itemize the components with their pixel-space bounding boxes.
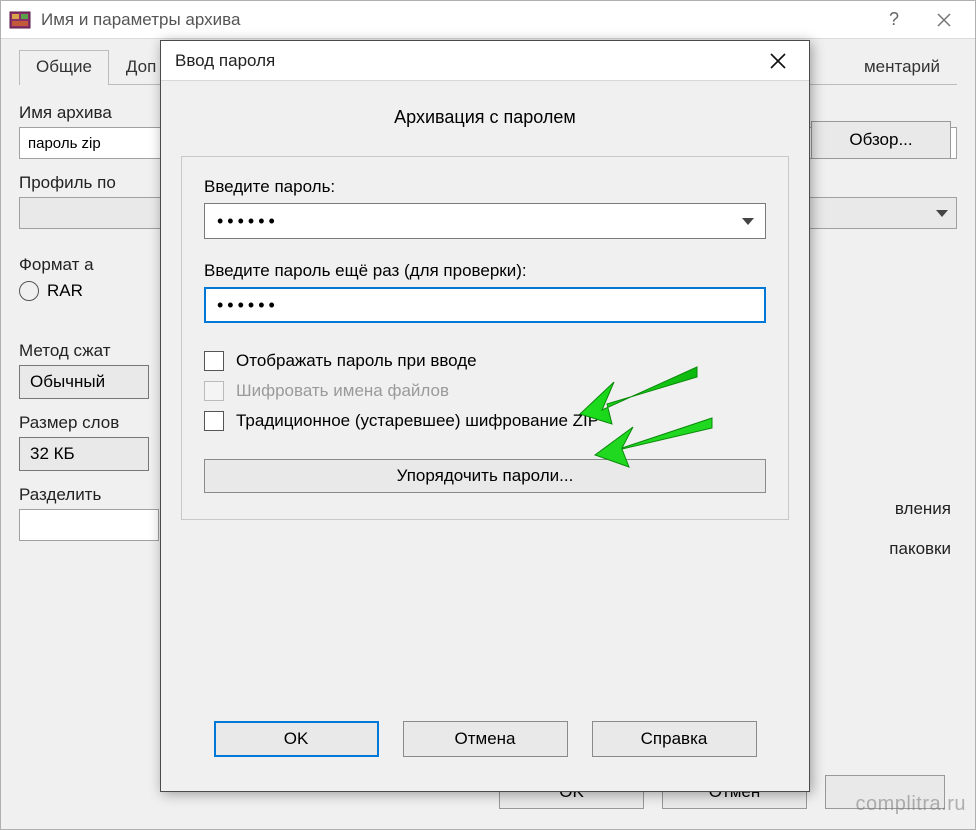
legacy-zip-row[interactable]: Традиционное (устаревшее) шифрование ZIP	[204, 411, 766, 431]
parent-window-title: Имя и параметры архива	[41, 10, 869, 30]
password-confirm-label: Введите пароль ещё раз (для проверки):	[204, 261, 766, 281]
watermark: complitra.ru	[856, 793, 966, 816]
bg-text-1: вления	[895, 499, 951, 519]
dict-value: 32 КБ	[30, 444, 75, 464]
organize-passwords-button[interactable]: Упорядочить пароли...	[204, 459, 766, 493]
dialog-ok-button[interactable]: OK	[214, 721, 379, 757]
app-icon	[7, 7, 33, 33]
close-icon	[769, 52, 787, 70]
format-rar-label: RAR	[47, 281, 83, 301]
password-group: Введите пароль: Введите пароль ещё раз (…	[181, 156, 789, 520]
encrypt-names-row: Шифровать имена файлов	[204, 381, 766, 401]
dialog-close-button[interactable]	[755, 41, 801, 81]
legacy-zip-checkbox[interactable]	[204, 411, 224, 431]
password-history-dropdown[interactable]	[730, 203, 766, 239]
browse-button[interactable]: Обзор...	[811, 121, 951, 159]
password-dialog: Ввод пароля Архивация с паролем Введите …	[160, 40, 810, 792]
help-button[interactable]: ?	[869, 1, 919, 39]
dialog-help-button[interactable]: Справка	[592, 721, 757, 757]
archive-name-value: пароль zip	[28, 135, 101, 152]
show-password-label: Отображать пароль при вводе	[236, 351, 477, 371]
method-value: Обычный	[30, 372, 105, 392]
legacy-zip-label: Традиционное (устаревшее) шифрование ZIP	[236, 411, 599, 431]
show-password-row[interactable]: Отображать пароль при вводе	[204, 351, 766, 371]
format-rar-radio[interactable]	[19, 281, 39, 301]
password-confirm-input[interactable]	[204, 287, 766, 323]
dialog-footer: OK Отмена Справка	[181, 701, 789, 777]
format-group-label: Формат а	[19, 255, 159, 275]
password-label: Введите пароль:	[204, 177, 766, 197]
encrypt-names-label: Шифровать имена файлов	[236, 381, 449, 401]
chevron-down-icon	[936, 210, 948, 217]
method-dropdown[interactable]: Обычный	[19, 365, 149, 399]
bg-text-2: паковки	[889, 539, 951, 559]
tab-comment[interactable]: ментарий	[847, 50, 957, 85]
parent-titlebar: Имя и параметры архива ?	[1, 1, 975, 39]
chevron-down-icon	[742, 218, 754, 225]
encrypt-names-checkbox	[204, 381, 224, 401]
show-password-checkbox[interactable]	[204, 351, 224, 371]
dialog-title: Ввод пароля	[175, 51, 755, 71]
split-input[interactable]	[19, 509, 159, 541]
password-input[interactable]	[204, 203, 766, 239]
dialog-titlebar: Ввод пароля	[161, 41, 809, 81]
dict-dropdown[interactable]: 32 КБ	[19, 437, 149, 471]
tab-general[interactable]: Общие	[19, 50, 109, 85]
dialog-cancel-button[interactable]: Отмена	[403, 721, 568, 757]
close-parent-button[interactable]	[919, 1, 969, 39]
dialog-heading: Архивация с паролем	[181, 107, 789, 128]
